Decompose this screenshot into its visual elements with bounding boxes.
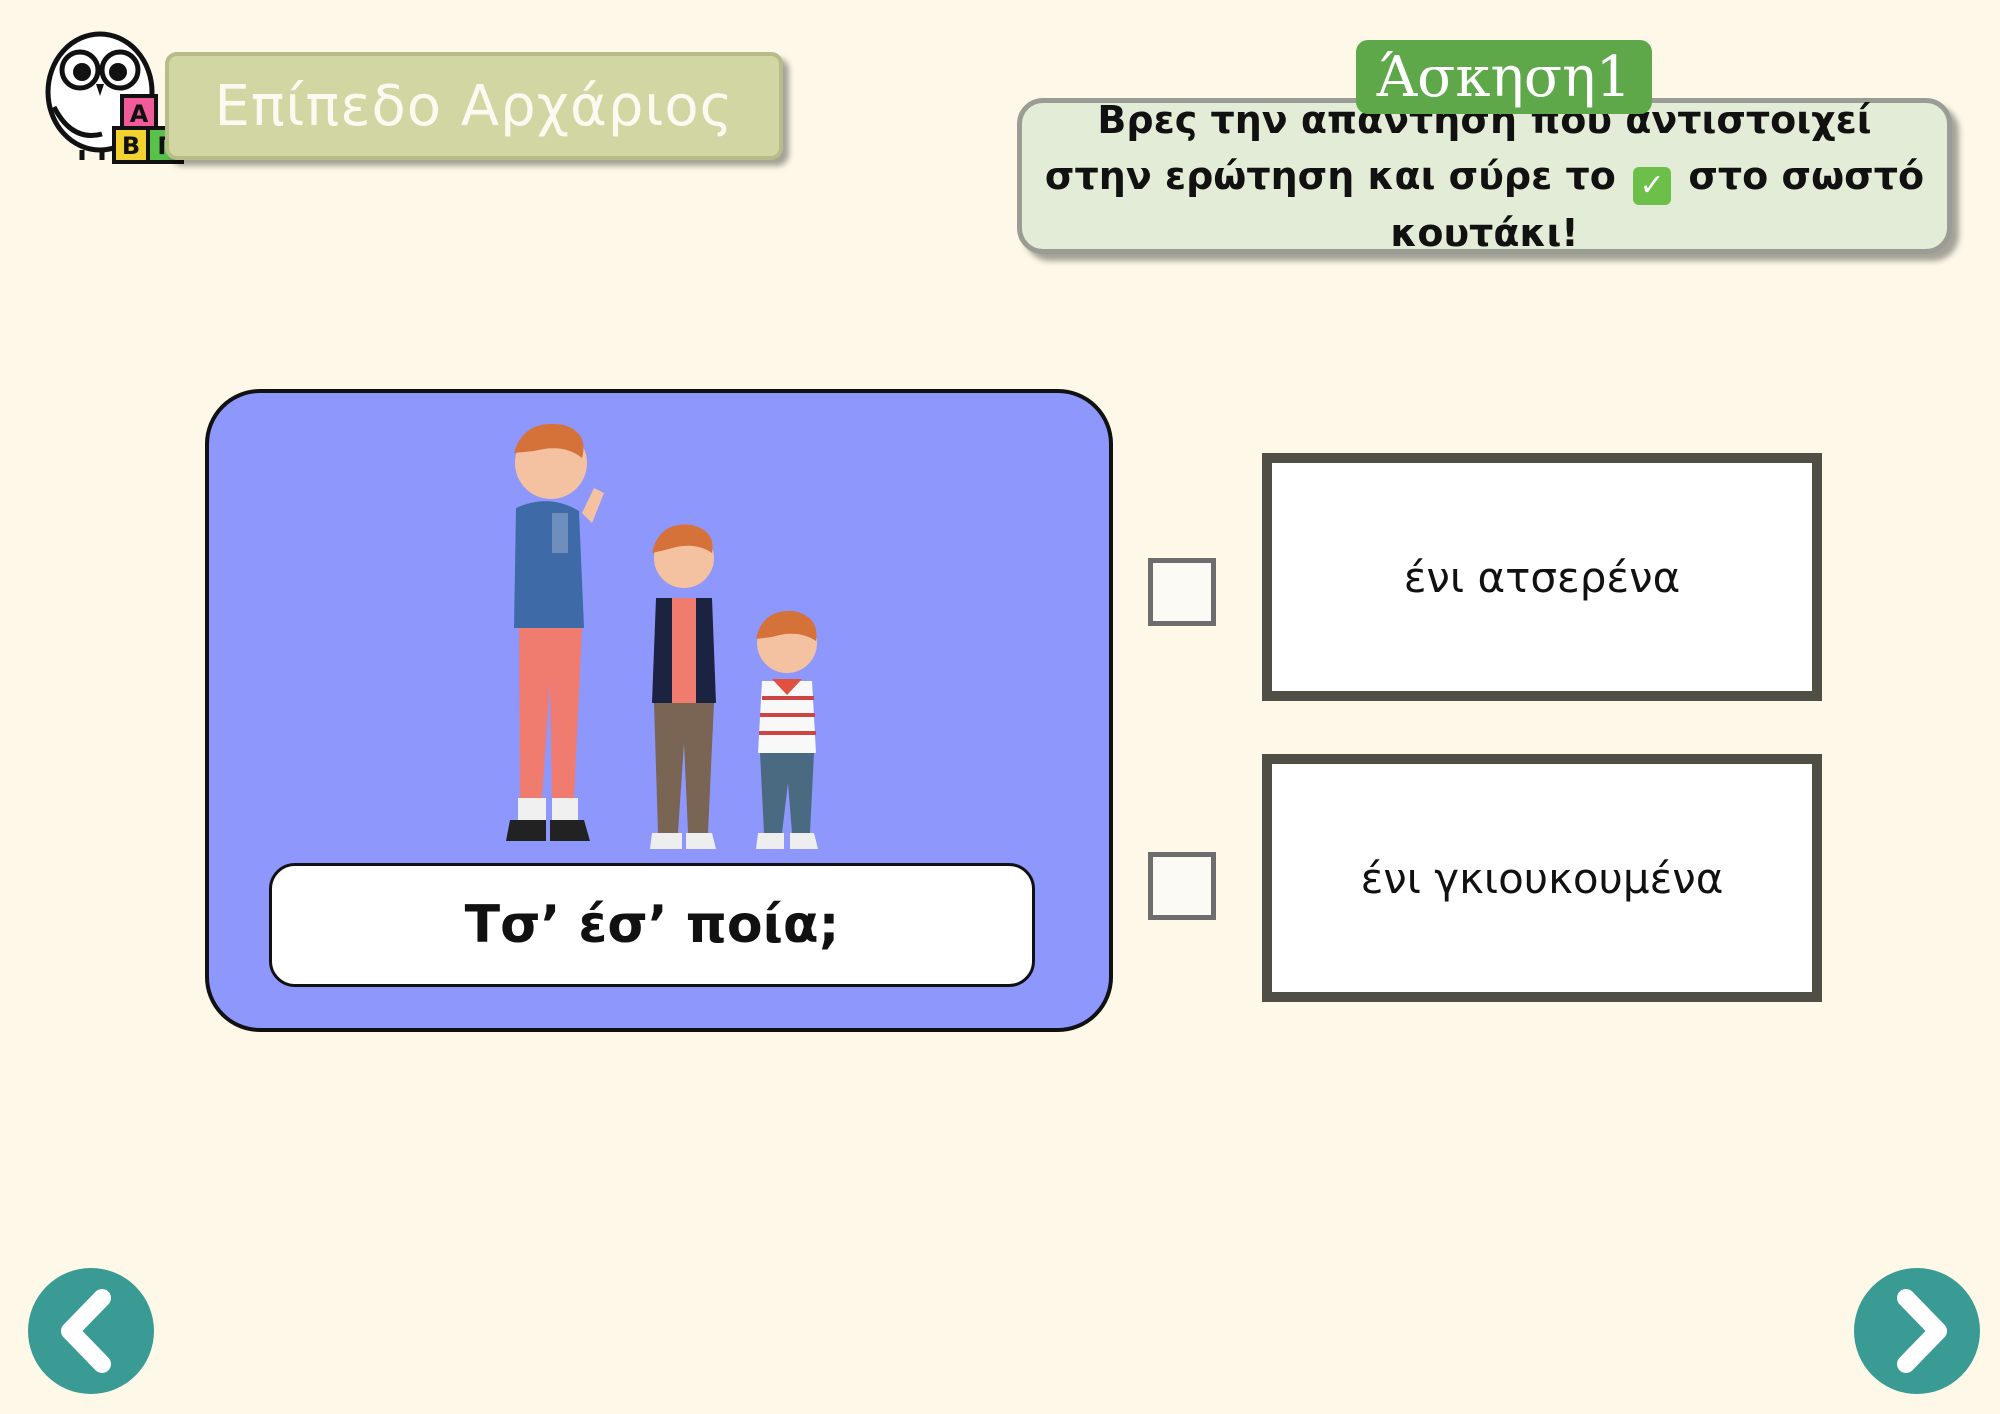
svg-text:B: B (122, 132, 140, 160)
instructions-box: Βρες την απάντηση που αντιστοιχεί στην ε… (1017, 98, 1952, 255)
next-button[interactable] (1854, 1268, 1980, 1394)
chevron-right-icon (1897, 1289, 1947, 1373)
answer-checkbox-1[interactable] (1148, 558, 1216, 626)
three-brothers-illustration (454, 413, 864, 863)
answer-option-1[interactable]: ένι ατσερένα (1262, 453, 1822, 701)
svg-text:A: A (130, 100, 149, 128)
question-card: Τσ’ έσ’ ποία; (205, 389, 1113, 1032)
answer-option-2[interactable]: ένι γκιουκουμένα (1262, 754, 1822, 1002)
answer-option-1-label: ένι ατσερένα (1403, 552, 1681, 602)
question-box: Τσ’ έσ’ ποία; (269, 863, 1035, 987)
answer-checkbox-2[interactable] (1148, 852, 1216, 920)
level-label: Επίπεδο Αρχάριος (214, 73, 734, 139)
exercise-title: Άσκηση1 (1376, 44, 1632, 110)
exercise-tag: Άσκηση1 (1356, 40, 1652, 114)
question-text: Τσ’ έσ’ ποία; (464, 895, 840, 955)
answer-option-2-label: ένι γκιουκουμένα (1360, 853, 1724, 903)
previous-button[interactable] (28, 1268, 154, 1394)
level-banner: Επίπεδο Αρχάριος (165, 52, 783, 160)
chevron-left-icon (61, 1289, 111, 1373)
check-box-emoji-icon: ✓ (1633, 166, 1672, 205)
